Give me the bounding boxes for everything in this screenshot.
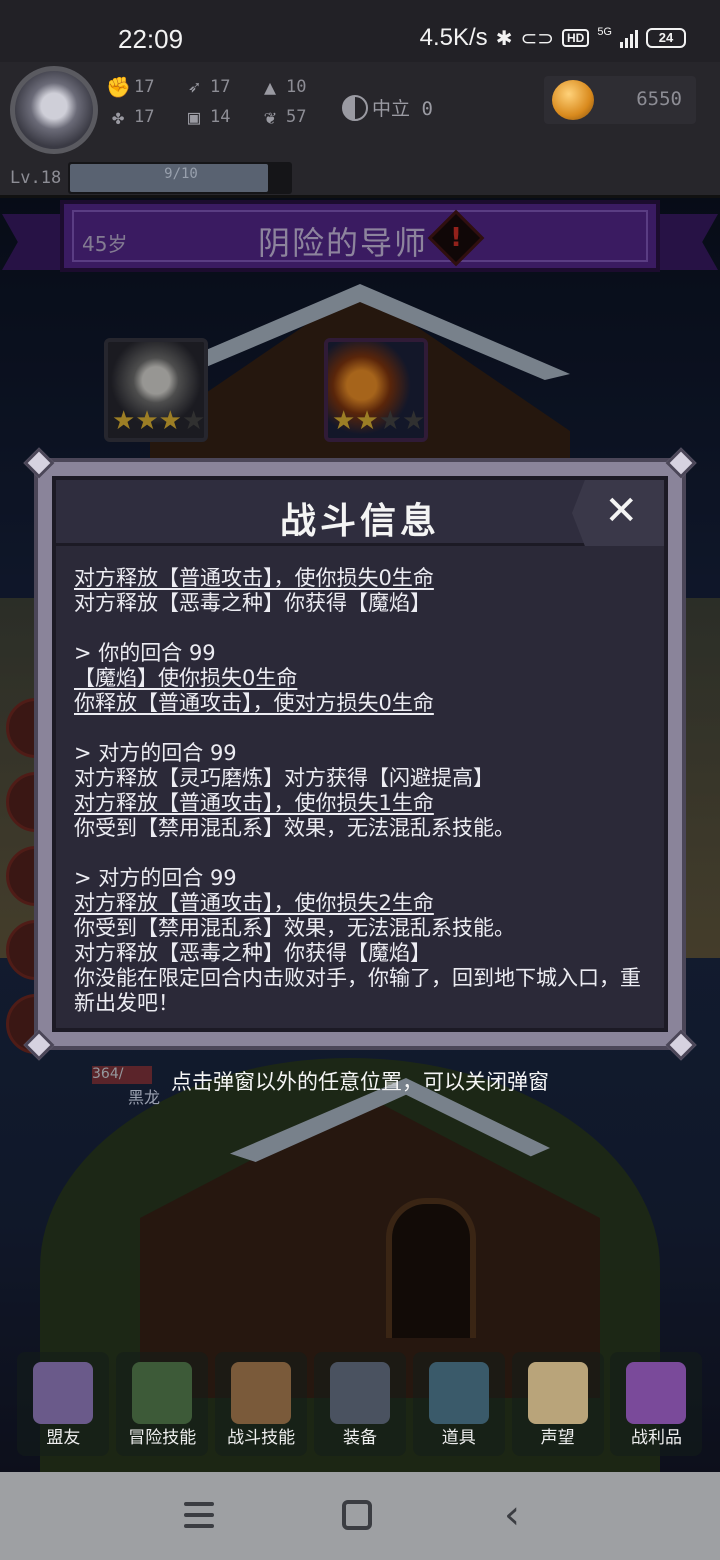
log-entry: 对方释放【普通攻击】，使你损失1生命 bbox=[74, 791, 434, 815]
menu-item-label: 装备 bbox=[342, 1428, 377, 1448]
menu-item[interactable]: 战利品 bbox=[610, 1352, 703, 1456]
gold-coin-icon bbox=[552, 80, 594, 120]
close-hint: 点击弹窗以外的任意位置，可以关闭弹窗 bbox=[171, 1070, 549, 1094]
menu-item-label: 声望 bbox=[540, 1428, 575, 1448]
xp-text: 9/10 bbox=[164, 166, 198, 182]
scroll-icon bbox=[527, 1362, 588, 1424]
log-entry: 对方释放【普通攻击】，使你损失0生命 bbox=[74, 566, 434, 590]
menu-item[interactable]: 装备 bbox=[313, 1352, 406, 1456]
log-spacer bbox=[74, 716, 648, 741]
network-speed: 4.5K/s bbox=[419, 24, 488, 51]
stat-value: 57 bbox=[286, 107, 307, 127]
menu-item-label: 盟友 bbox=[46, 1428, 81, 1448]
fist-icon: ✊ bbox=[106, 75, 131, 99]
log-spacer bbox=[74, 841, 648, 866]
log-turn-header: > 对方的回合 99 bbox=[74, 866, 237, 890]
stat: ▲ 10 bbox=[258, 76, 334, 98]
menu-item[interactable]: 战斗技能 bbox=[215, 1352, 308, 1456]
treasure-chest-icon bbox=[626, 1362, 687, 1424]
status-bar: 22:09 4.5K/s ✱ ⊂⊃ HD 5G 24 bbox=[0, 0, 720, 62]
log-entry: 你受到【禁用混乱系】效果，无法混乱系技能。 bbox=[74, 916, 515, 940]
stat: ➶ 17 bbox=[182, 76, 258, 98]
backpack-icon bbox=[428, 1362, 489, 1424]
log-entry: 你释放【普通攻击】，使对方损失0生命 bbox=[74, 691, 434, 715]
home-icon[interactable] bbox=[342, 1500, 372, 1530]
menu-item-label: 冒险技能 bbox=[128, 1428, 197, 1448]
stat: ❦ 57 bbox=[258, 106, 334, 128]
player-avatar[interactable] bbox=[10, 66, 98, 154]
menu-item-label: 战斗技能 bbox=[227, 1428, 296, 1448]
alignment-value: 中立 0 bbox=[372, 98, 433, 120]
stat-value: 14 bbox=[210, 107, 231, 127]
battle-info-dialog: 战斗信息 ✕ 对方释放【普通攻击】，使你损失0生命 对方释放【恶毒之种】你获得【魔… bbox=[23, 447, 697, 1061]
menu-item-label: 战利品 bbox=[630, 1428, 682, 1448]
bluetooth-icon: ✱ bbox=[495, 27, 513, 50]
log-entry: 你没能在限定回合内击败对手，你输了，回到地下城入口，重新出发吧！ bbox=[74, 966, 641, 1015]
stat: ✤ 17 bbox=[106, 106, 182, 128]
player-level: Lv.18 bbox=[10, 168, 62, 188]
log-entry: 【魔焰】使你损失0生命 bbox=[74, 666, 298, 690]
player-header: ✊ 17 ➶ 17 ▲ 10 ✤ 17 ▣ 14 ❦ 57 中立 0 6550 Lv.18 9/10 bbox=[0, 62, 720, 198]
log-entry: 对方释放【恶毒之种】你获得【魔焰】 bbox=[74, 591, 431, 615]
stat: ▣ 14 bbox=[182, 106, 258, 128]
stat: ✊ 17 bbox=[106, 76, 182, 98]
recent-apps-icon[interactable] bbox=[184, 1502, 214, 1535]
hd-icon: HD bbox=[561, 29, 590, 47]
player-stats: ✊ 17 ➶ 17 ▲ 10 ✤ 17 ▣ 14 ❦ 57 bbox=[106, 76, 334, 128]
system-nav-bar: ‹ bbox=[0, 1472, 720, 1560]
battle-log[interactable]: 对方释放【普通攻击】，使你损失0生命 对方释放【恶毒之种】你获得【魔焰】 > 你的回… bbox=[74, 566, 648, 1018]
clover-icon: ✤ bbox=[111, 105, 125, 129]
log-turn-header: > 对方的回合 99 bbox=[74, 741, 237, 765]
battery-icon: 24 bbox=[646, 28, 686, 48]
wing-icon: ➶ bbox=[187, 75, 201, 99]
menu-item-label: 道具 bbox=[441, 1428, 476, 1448]
alignment: 中立 0 bbox=[342, 94, 433, 121]
gold-counter: 6550 bbox=[544, 76, 696, 124]
wizard-hat-icon: ▲ bbox=[263, 75, 277, 99]
stat-value: 10 bbox=[286, 77, 307, 97]
lotus-icon: ❦ bbox=[263, 105, 277, 129]
menu-item[interactable]: 冒险技能 bbox=[116, 1352, 209, 1456]
close-icon[interactable]: ✕ bbox=[604, 486, 638, 536]
bag-icon bbox=[231, 1362, 292, 1424]
stat-value: 17 bbox=[134, 107, 155, 127]
status-icons: 4.5K/s ✱ ⊂⊃ HD 5G 24 bbox=[420, 24, 686, 52]
vpn-icon: ⊂⊃ bbox=[520, 27, 554, 50]
log-entry: 你受到【禁用混乱系】效果，无法混乱系技能。 bbox=[74, 816, 515, 840]
menu-item[interactable]: 道具 bbox=[412, 1352, 505, 1456]
log-entry: 对方释放【恶毒之种】你获得【魔焰】 bbox=[74, 941, 431, 965]
menu-item[interactable]: 盟友 bbox=[17, 1352, 110, 1456]
log-entry: 对方释放【灵巧磨炼】对方获得【闪避提高】 bbox=[74, 766, 494, 790]
stat-value: 17 bbox=[210, 77, 231, 97]
network-type: 5G bbox=[597, 26, 612, 38]
log-turn-header: > 你的回合 99 bbox=[74, 641, 216, 665]
menu-item[interactable]: 声望 bbox=[511, 1352, 604, 1456]
dialog-title: 战斗信息 bbox=[279, 501, 440, 542]
back-icon[interactable]: ‹ bbox=[504, 1492, 520, 1538]
log-entry: 对方释放【普通攻击】，使你损失2生命 bbox=[74, 891, 434, 915]
signal-icon bbox=[620, 28, 638, 48]
log-spacer bbox=[74, 616, 648, 641]
gloves-icon bbox=[33, 1362, 94, 1424]
gold-value: 6550 bbox=[636, 88, 682, 110]
chest-armor-icon: ▣ bbox=[187, 105, 201, 129]
stat-value: 17 bbox=[134, 77, 155, 97]
book-icon bbox=[132, 1362, 193, 1424]
dialog-header: 战斗信息 ✕ bbox=[56, 480, 664, 546]
dialog-body: 战斗信息 ✕ 对方释放【普通攻击】，使你损失0生命 对方释放【恶毒之种】你获得【魔… bbox=[52, 476, 668, 1032]
bottom-menu: 盟友 冒险技能 战斗技能 装备 道具 声望 战利品 bbox=[0, 1352, 720, 1472]
yin-yang-icon bbox=[342, 94, 368, 121]
crossed-swords-icon bbox=[329, 1362, 390, 1424]
clock: 22:09 bbox=[118, 24, 184, 54]
